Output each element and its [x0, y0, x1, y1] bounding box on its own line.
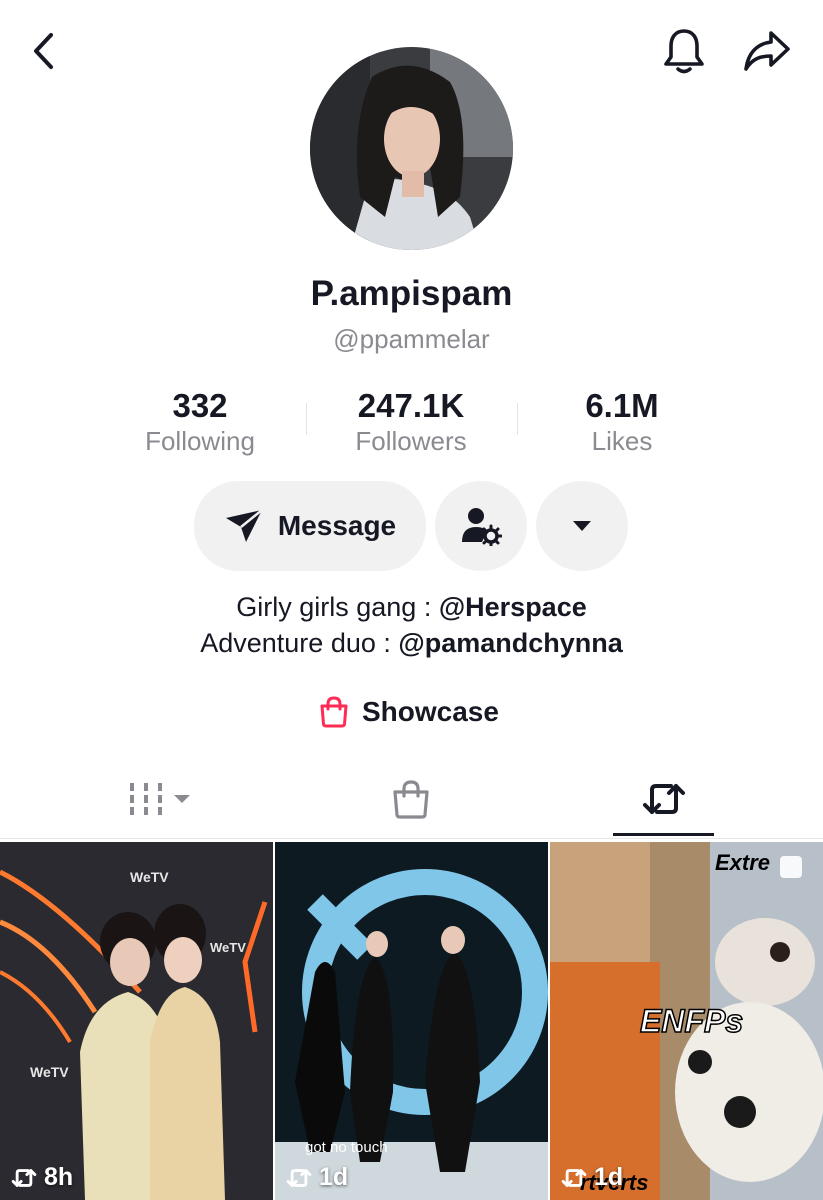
shopping-bag-icon [320, 696, 348, 728]
video-time-label: 8h [44, 1163, 74, 1191]
svg-text:WeTV: WeTV [130, 869, 169, 885]
followers-count: 247.1K [357, 387, 465, 424]
grid-icon [130, 783, 190, 815]
stat-followers[interactable]: 247.1K Followers [311, 386, 511, 458]
bio-line-2: Adventure duo : @pamandchynna [0, 628, 823, 659]
repost-icon [11, 1168, 37, 1187]
showcase-label: Showcase [362, 696, 499, 727]
video-time: 8h [10, 1163, 73, 1192]
user-settings-icon [462, 508, 502, 546]
repost-icon [561, 1168, 587, 1187]
chevron-left-icon [34, 33, 53, 69]
caret-down-icon [573, 521, 591, 531]
stat-divider [517, 403, 518, 435]
message-button[interactable]: Message [194, 481, 426, 571]
add-friends-button[interactable] [435, 481, 527, 571]
bio-mention-pamandchynna[interactable]: @pamandchynna [398, 628, 622, 658]
tab-shop[interactable] [361, 760, 461, 838]
svg-text:WeTV: WeTV [210, 940, 246, 955]
likes-label: Likes [591, 426, 653, 456]
video-tile[interactable]: ENFPs Extre rtverts 1d [550, 842, 823, 1200]
bio-text: Adventure duo : [200, 628, 399, 658]
bio-mention-herspace[interactable]: @Herspace [439, 592, 587, 622]
repost-icon [286, 1168, 312, 1187]
message-label: Message [277, 510, 397, 541]
profile-avatar[interactable] [310, 47, 513, 250]
following-count: 332 [172, 387, 228, 424]
overlay-text: WeTV [30, 1064, 69, 1080]
repost-icon [642, 784, 685, 814]
stat-divider [306, 403, 307, 435]
avatar-image [310, 47, 513, 250]
video-time-label: 1d [594, 1163, 624, 1191]
video-grid: WeTV WeTV WeTV 8h got no touch 1d ENFPs … [0, 840, 823, 1200]
tab-reposts[interactable] [613, 760, 714, 838]
share-button[interactable] [738, 24, 796, 78]
video-thumbnail: WeTV WeTV WeTV [0, 842, 273, 1200]
video-time: 1d [285, 1163, 348, 1192]
video-thumbnail: ENFPs Extre rtverts [550, 842, 823, 1200]
back-button[interactable] [24, 28, 64, 74]
notification-button[interactable] [658, 24, 710, 78]
active-tab-indicator [613, 833, 714, 836]
overlay-top-text: Extre [715, 850, 770, 875]
video-tile[interactable]: WeTV WeTV WeTV 8h [0, 842, 273, 1200]
video-tile[interactable]: got no touch 1d [275, 842, 548, 1200]
content-tabs [0, 760, 823, 840]
overlay-text: ENFPs [640, 1003, 743, 1039]
overlay-text: got no touch [305, 1139, 388, 1156]
more-options-button[interactable] [536, 481, 628, 571]
bio-text: Girly girls gang : [236, 592, 439, 622]
display-name: P.ampispam [310, 274, 513, 313]
video-thumbnail: got no touch [275, 842, 548, 1200]
send-icon [225, 509, 263, 542]
share-arrow-icon [744, 31, 790, 71]
bio-line-1: Girly girls gang : @Herspace [0, 592, 823, 623]
video-time: 1d [560, 1163, 623, 1192]
username: @ppammelar [333, 324, 490, 354]
stat-following[interactable]: 332 Following [100, 386, 300, 458]
video-time-label: 1d [319, 1163, 349, 1191]
likes-count: 6.1M [585, 387, 659, 424]
bell-icon [664, 29, 704, 74]
following-label: Following [145, 426, 255, 456]
showcase-link[interactable]: Showcase [318, 692, 499, 732]
tab-videos[interactable] [110, 760, 210, 838]
tabs-divider [0, 838, 823, 839]
shopping-bag-icon [393, 780, 429, 819]
followers-label: Followers [355, 426, 467, 456]
stat-likes[interactable]: 6.1M Likes [522, 386, 722, 458]
